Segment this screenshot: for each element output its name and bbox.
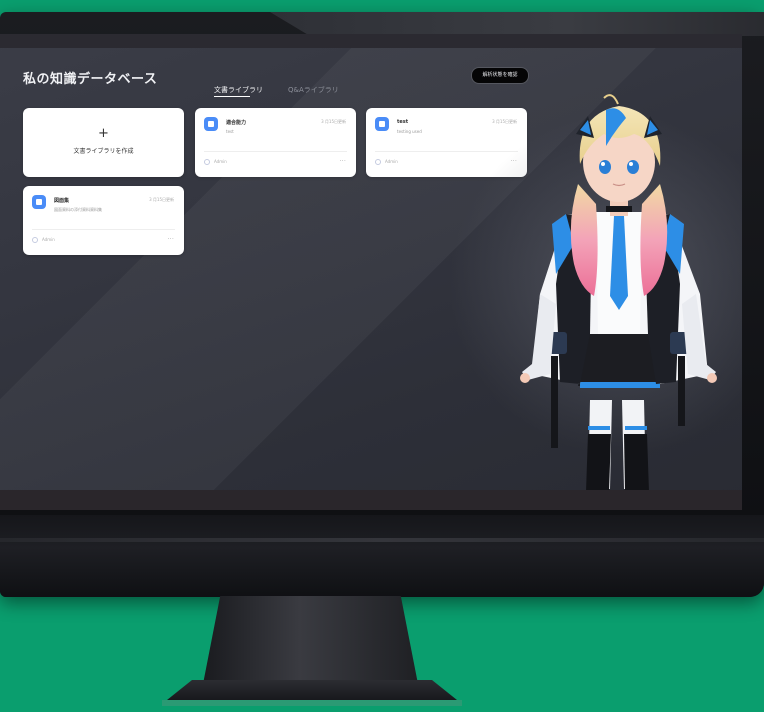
monitor-chin-highlight [0, 538, 764, 542]
screen-bottom-bar [0, 490, 742, 510]
monitor-bezel-highlight [270, 12, 764, 36]
monitor-chin [0, 515, 764, 597]
screen: 私の知識データベース 文書ライブラリ Q&Aライブラリ 解析状態を確認 + 文書… [0, 34, 742, 510]
monitor-stand-base-edge [162, 700, 462, 706]
anime-character-illustration [420, 74, 742, 494]
monitor-stand-neck [203, 596, 418, 684]
